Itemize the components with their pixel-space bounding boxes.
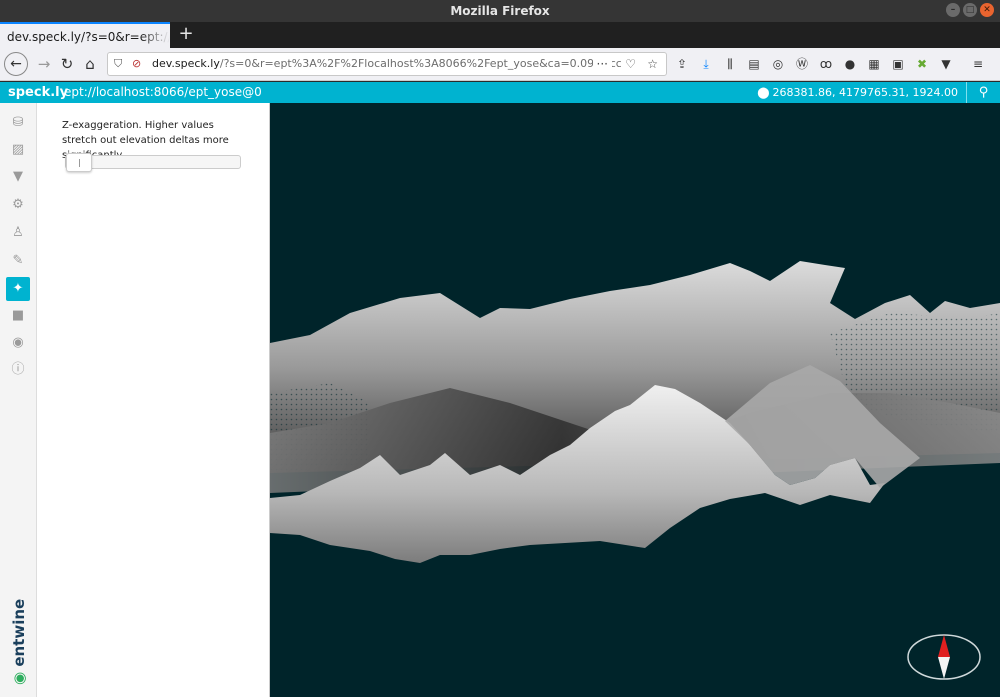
extension-icon[interactable]: ◎ bbox=[768, 54, 788, 74]
shield-icon[interactable]: ⛉ bbox=[114, 53, 122, 75]
reload-button[interactable]: ↻ bbox=[56, 53, 78, 75]
settings-panel: Z-exaggeration. Higher values stretch ou… bbox=[37, 103, 270, 697]
window-title: Mozilla Firefox bbox=[450, 4, 550, 18]
qr-icon[interactable]: ▦ bbox=[864, 54, 884, 74]
account-icon[interactable]: ● bbox=[840, 54, 860, 74]
video-icon[interactable]: ■ bbox=[6, 304, 30, 328]
new-tab-button[interactable]: + bbox=[176, 22, 196, 48]
menu-icon[interactable]: ≡ bbox=[968, 54, 988, 74]
sidebar-icon[interactable]: ▤ bbox=[744, 54, 764, 74]
selenium-icon[interactable]: ▣ bbox=[888, 54, 908, 74]
bookmark-star-icon[interactable]: ☆ bbox=[643, 53, 662, 75]
point-cloud-viewport[interactable] bbox=[270, 103, 1000, 697]
point-cloud-render bbox=[270, 261, 1000, 680]
filter-icon[interactable]: ▼ bbox=[6, 165, 30, 189]
url-bar[interactable]: ⛉ ⊘ dev.speck.ly/?s=0&r=ept%3A%2F%2Floca… bbox=[107, 52, 667, 76]
coordinate-readout: ⬤ 268381.86, 4179765.31, 1924.00 bbox=[757, 82, 958, 103]
navigation-toolbar: ← → ↻ ⌂ ⛉ ⊘ dev.speck.ly/?s=0&r=ept%3A%2… bbox=[0, 48, 1000, 81]
url-path: /?s=0&r=ept%3A%2F%2Flocalhost%3A8066%2Fe… bbox=[219, 57, 622, 70]
tab-bar: dev.speck.ly/?s=0&r=ept://lc + bbox=[0, 22, 1000, 48]
app-header: speck.ly ept://localhost:8066/ept_yose@0… bbox=[0, 82, 1000, 103]
coordinate-text: 268381.86, 4179765.31, 1924.00 bbox=[772, 86, 958, 99]
magic-icon[interactable]: ✦ bbox=[6, 277, 30, 301]
page-actions-button[interactable]: ··· bbox=[592, 53, 612, 75]
database-icon[interactable]: ⛁ bbox=[6, 111, 30, 135]
sidebar: ⛁ ▨ ▼ ⚙ ♙ ✎ ✦ ■ ◉ ⓘ ◉ entwine bbox=[0, 103, 37, 697]
minimize-button[interactable]: – bbox=[946, 3, 960, 17]
wordpress-icon[interactable]: Ⓦ bbox=[792, 54, 812, 74]
image-icon[interactable]: ▨ bbox=[6, 138, 30, 162]
insecure-lock-icon[interactable]: ⊘ bbox=[132, 53, 141, 75]
url-host: dev.speck.ly bbox=[152, 57, 220, 70]
search-button[interactable]: ⚲ bbox=[966, 82, 1000, 103]
z-exaggeration-slider[interactable] bbox=[65, 153, 241, 172]
window-titlebar: Mozilla Firefox – □ ✕ bbox=[0, 0, 1000, 22]
eye-icon[interactable]: ◉ bbox=[6, 331, 30, 355]
download-icon[interactable]: ⤓ bbox=[696, 54, 716, 74]
library-icon[interactable]: ⫼ bbox=[720, 54, 740, 74]
compass[interactable] bbox=[907, 634, 981, 680]
info-icon[interactable]: ⓘ bbox=[6, 358, 30, 382]
pocket-icon[interactable]: ♡ bbox=[621, 53, 640, 75]
compass-north-needle bbox=[938, 635, 950, 657]
map-pin-icon: ⬤ bbox=[757, 86, 770, 99]
tools-icon[interactable]: ✖ bbox=[912, 54, 932, 74]
glasses-icon[interactable]: ꝏ bbox=[816, 54, 836, 74]
home-button[interactable]: ⌂ bbox=[79, 53, 101, 75]
compass-south-needle bbox=[938, 657, 950, 679]
forward-button[interactable]: → bbox=[33, 53, 55, 75]
maximize-button[interactable]: □ bbox=[963, 3, 977, 17]
search-icon: ⚲ bbox=[978, 85, 989, 100]
vpn-icon[interactable]: ▼ bbox=[936, 54, 956, 74]
wrench-icon[interactable]: ✎ bbox=[6, 249, 30, 273]
cogs-icon[interactable]: ⚙ bbox=[6, 193, 30, 217]
brand-title[interactable]: speck.ly bbox=[8, 82, 68, 103]
user-icon[interactable]: ♙ bbox=[6, 221, 30, 245]
slider-handle[interactable] bbox=[66, 153, 92, 172]
browser-tab[interactable]: dev.speck.ly/?s=0&r=ept://lc bbox=[0, 22, 170, 48]
entwine-logo: ◉ entwine bbox=[10, 598, 28, 685]
resource-path: ept://localhost:8066/ept_yose@0 bbox=[64, 85, 262, 99]
extension-icon[interactable]: ⇪ bbox=[672, 54, 692, 74]
close-button[interactable]: ✕ bbox=[980, 3, 994, 17]
back-button[interactable]: ← bbox=[4, 52, 28, 76]
